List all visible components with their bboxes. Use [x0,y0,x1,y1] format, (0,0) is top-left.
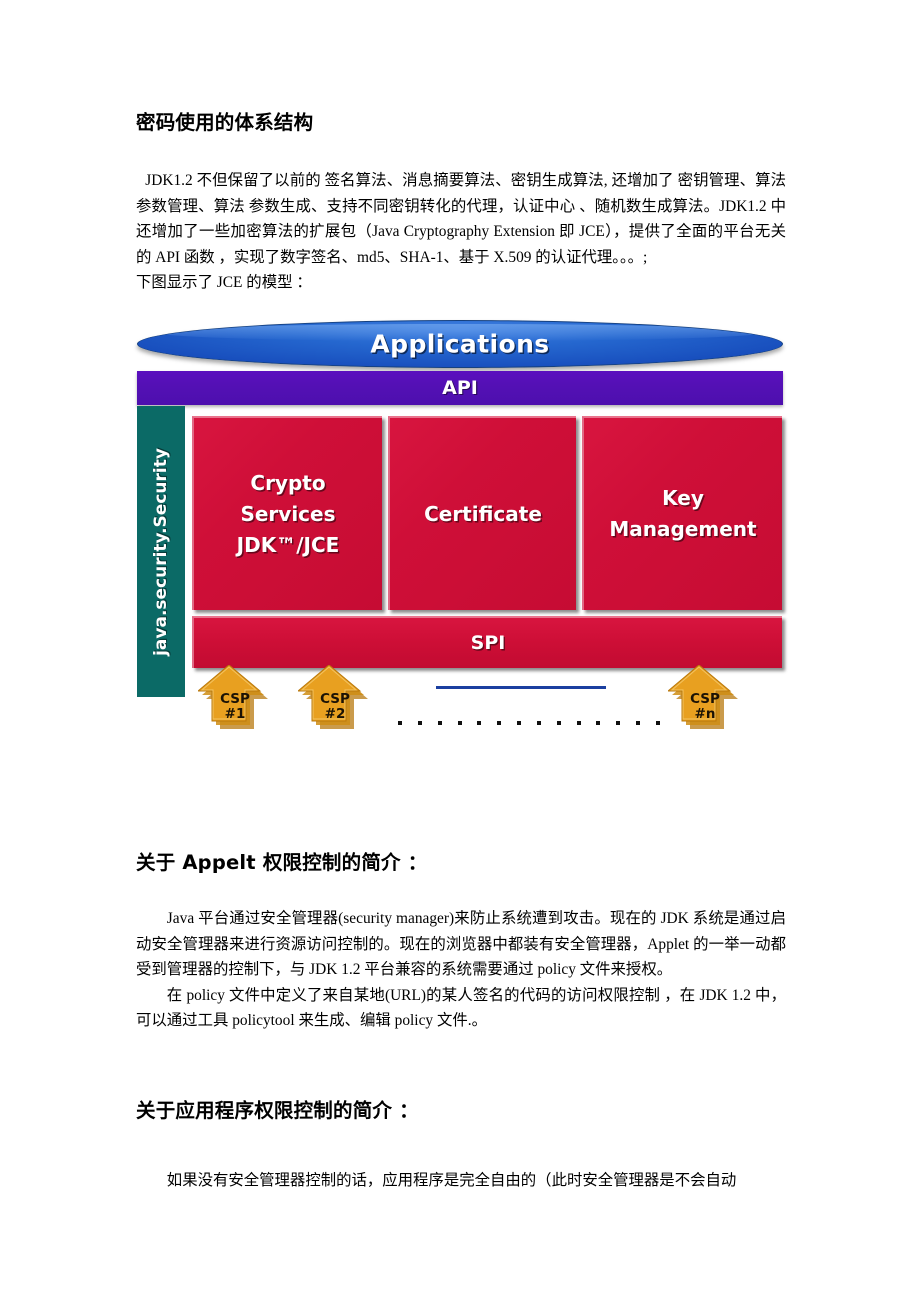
crypto-line-3: JDK™/JCE [236,532,340,557]
section-heading-application: 关于应用程序权限控制的简介 ： [136,1099,419,1122]
continuation-dot [576,721,581,725]
continuation-dot [437,721,442,725]
spi-layer-bar: SPI [192,616,782,668]
document-page: 密码使用的体系结构 JDK1.2 不但保留了以前的 签名算法、消息摘要算法、密钥… [0,0,920,1302]
csp-provider-2: CSP #2 [298,665,372,735]
csp-provider-1: CSP #1 [198,665,272,735]
continuation-dot [556,721,561,725]
key-management-label: Key Management [603,483,762,545]
applet-paragraph-2: 在 policy 文件中定义了来自某地(URL)的某人签名的代码的访问权限控制 … [136,983,786,1034]
continuation-dot [477,721,482,725]
api-layer-bar: API [137,371,783,405]
applet-paragraph-2-text: 在 policy 文件中定义了来自某地(URL)的某人签名的代码的访问权限控制 … [136,986,786,1030]
intro-paragraph-text: JDK1.2 不但保留了以前的 签名算法、消息摘要算法、密钥生成算法, 还增加了… [136,172,786,266]
section-heading-applet: 关于 Appelt 权限控制的简介 ： [136,851,428,874]
crypto-line-1: Crypto [250,470,326,495]
spi-label: SPI [470,632,506,654]
java-security-sidebar: java.security.Security [137,406,185,697]
continuation-dot [398,721,402,725]
jce-architecture-diagram: Applications API java.security.Security … [136,318,784,758]
java-security-label: java.security.Security [151,447,171,656]
figure-caption-lead: 下图显示了 JCE 的模型 ： [136,274,312,291]
applet-paragraph-block: Java 平台通过安全管理器(security manager)来防止系统遭到攻… [136,906,786,1034]
applet-paragraph-1-text: Java 平台通过安全管理器(security manager)来防止系统遭到攻… [136,910,786,978]
key-line-1: Key [662,486,704,510]
application-paragraph-block: 如果没有安全管理器控制的话，应用程序是完全自由的（此时安全管理器是不会自动 [136,1168,786,1194]
intro-paragraph: JDK1.2 不但保留了以前的 签名算法、消息摘要算法、密钥生成算法, 还增加了… [136,168,786,270]
certificate-label: Certificate [418,499,548,530]
intro-paragraph-block: JDK1.2 不但保留了以前的 签名算法、消息摘要算法、密钥生成算法, 还增加了… [136,168,786,296]
continuation-dot [536,721,541,725]
continuation-dot [596,721,601,725]
continuation-dot [616,721,621,725]
crypto-services-label: Crypto Services JDK™/JCE [231,468,346,561]
certificate-line-1: Certificate [424,501,542,526]
continuation-dot [417,721,422,725]
application-paragraph-text: 如果没有安全管理器控制的话，应用程序是完全自由的（此时安全管理器是不会自动 [166,1172,737,1189]
applet-paragraph-1: Java 平台通过安全管理器(security manager)来防止系统遭到攻… [136,906,786,983]
continuation-dot [517,721,522,725]
up-arrow-icon [298,665,368,729]
crypto-line-2: Services [240,501,336,526]
crypto-services-box: Crypto Services JDK™/JCE [192,416,382,610]
page-title: 密码使用的体系结构 [136,111,314,134]
certificate-box: Certificate [388,416,576,610]
key-line-2: Management [609,517,757,541]
provider-continuation-dots [398,718,660,728]
blue-accent-strip [436,686,606,689]
application-paragraph: 如果没有安全管理器控制的话，应用程序是完全自由的（此时安全管理器是不会自动 [136,1168,786,1194]
continuation-dot [497,721,502,725]
csp-provider-n: CSP #n [668,665,742,735]
up-arrow-icon [198,665,268,729]
key-management-box: Key Management [582,416,782,610]
continuation-dot [636,721,641,725]
applications-label: Applications [370,329,550,359]
continuation-dot [655,721,660,725]
up-arrow-icon [668,665,738,729]
continuation-dot [457,721,462,725]
api-label: API [442,377,478,399]
